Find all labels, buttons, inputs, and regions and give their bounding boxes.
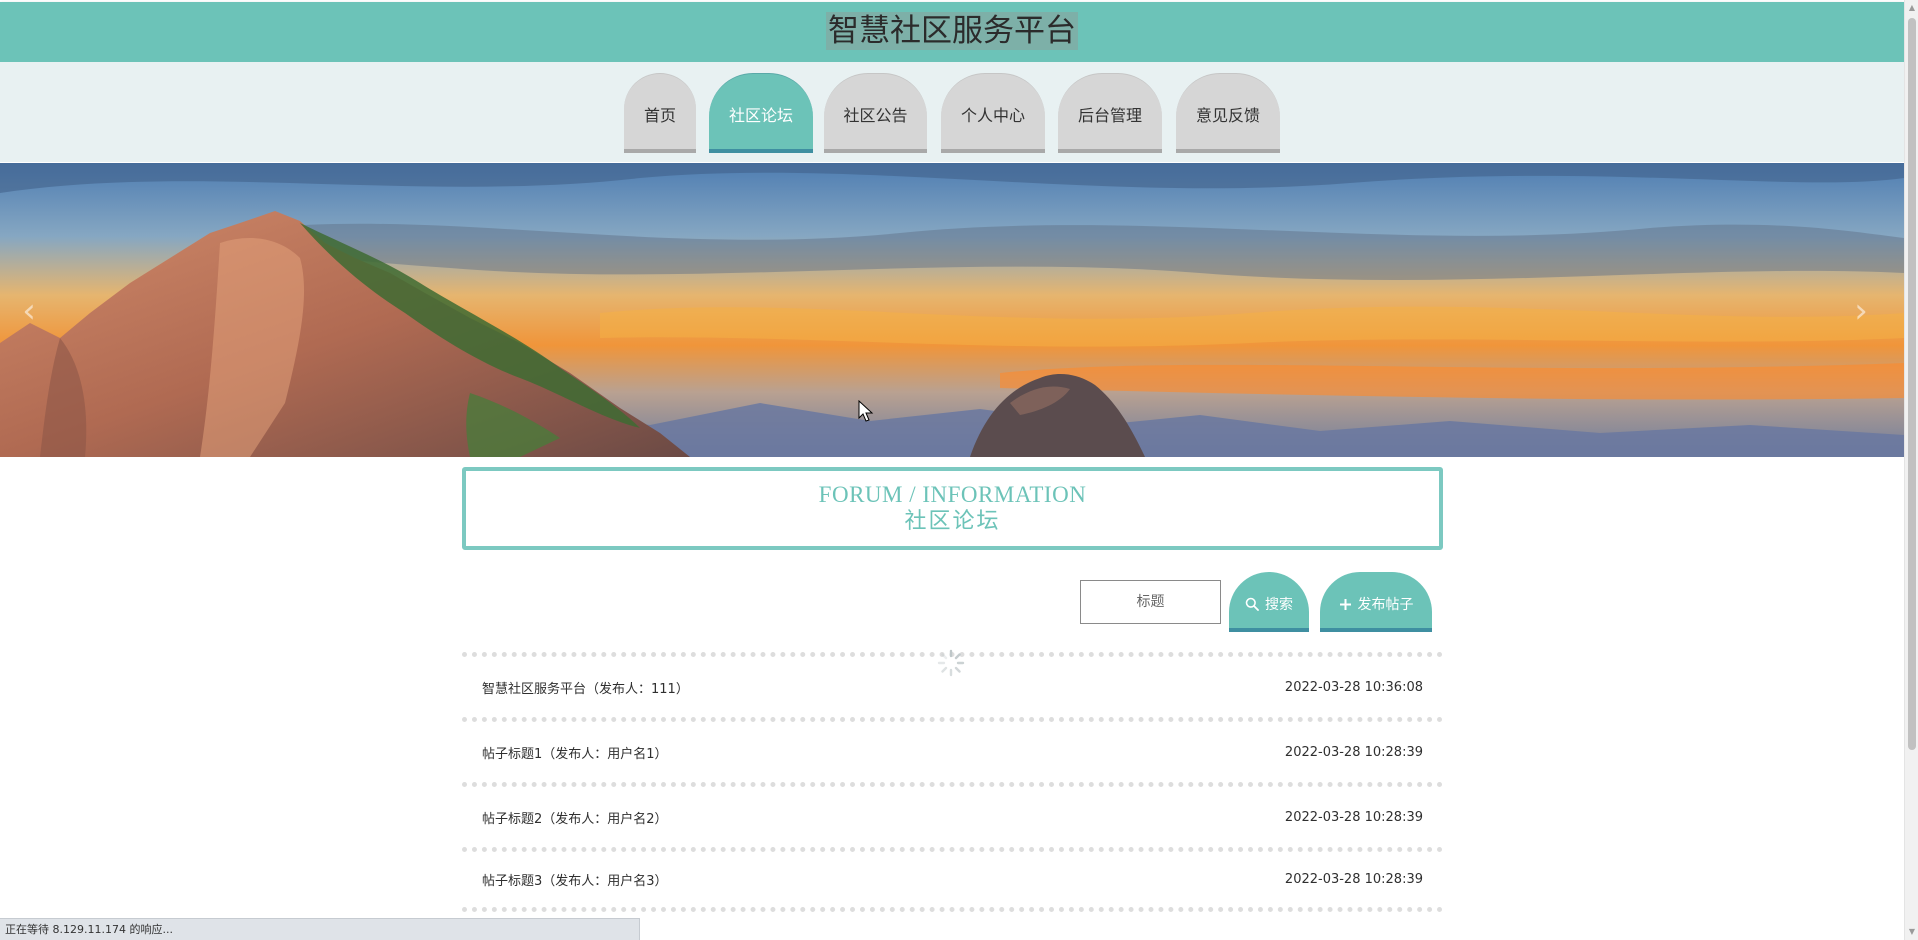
carousel-prev-icon[interactable]: ‹ xyxy=(14,291,44,331)
post-time: 2022-03-28 10:36:08 xyxy=(1284,679,1423,695)
section-title-cn: 社区论坛 xyxy=(904,509,1001,534)
section-title-en: FORUM / INFORMATION xyxy=(818,482,1087,507)
banner-image xyxy=(0,163,1904,457)
nav-item-personal-center[interactable]: 个人中心 xyxy=(941,73,1045,153)
nav-item-forum[interactable]: 社区论坛 xyxy=(709,73,813,153)
post-list: 智慧社区服务平台（发布人：111） 2022-03-28 10:36:08 帖子… xyxy=(462,652,1443,912)
post-time: 2022-03-28 10:28:39 xyxy=(1284,744,1423,760)
post-row[interactable]: 帖子标题3（发布人：用户名3） 2022-03-28 10:28:39 xyxy=(462,847,1443,912)
post-row[interactable]: 帖子标题2（发布人：用户名2） 2022-03-28 10:28:39 xyxy=(462,782,1443,847)
post-title: 帖子标题3（发布人：用户名3） xyxy=(482,874,668,889)
carousel-next-icon[interactable]: › xyxy=(1846,291,1876,331)
mouse-cursor-icon xyxy=(858,400,874,422)
publish-post-button[interactable]: 发布帖子 xyxy=(1320,572,1432,632)
page-scrollbar[interactable]: ▲ ▼ xyxy=(1904,0,1918,940)
post-time: 2022-03-28 10:28:39 xyxy=(1284,872,1423,887)
section-title-box: FORUM / INFORMATION 社区论坛 xyxy=(462,467,1443,550)
search-icon xyxy=(1245,597,1259,611)
search-button[interactable]: 搜索 xyxy=(1229,572,1309,632)
loading-spinner-icon xyxy=(937,649,965,677)
nav-item-home[interactable]: 首页 xyxy=(624,73,696,153)
publish-post-button-label: 发布帖子 xyxy=(1357,597,1414,613)
site-header: 智慧社区服务平台 xyxy=(0,2,1904,62)
search-input[interactable] xyxy=(1080,580,1221,624)
site-title: 智慧社区服务平台 xyxy=(826,12,1078,50)
search-button-label: 搜索 xyxy=(1265,597,1293,613)
post-title: 智慧社区服务平台（发布人：111） xyxy=(482,681,689,697)
nav-item-feedback[interactable]: 意见反馈 xyxy=(1176,73,1280,153)
post-title: 帖子标题1（发布人：用户名1） xyxy=(482,746,668,762)
scroll-down-icon[interactable]: ▼ xyxy=(1905,924,1918,940)
browser-status-bar: 正在等待 8.129.11.174 的响应... xyxy=(0,918,640,940)
banner-carousel[interactable]: ‹ › xyxy=(0,163,1904,457)
nav-item-announcements[interactable]: 社区公告 xyxy=(824,73,927,153)
post-time: 2022-03-28 10:28:39 xyxy=(1284,809,1423,825)
main-nav: 首页 社区论坛 社区公告 个人中心 后台管理 意见反馈 xyxy=(0,62,1904,162)
plus-icon xyxy=(1339,598,1352,611)
post-row[interactable]: 帖子标题1（发布人：用户名1） 2022-03-28 10:28:39 xyxy=(462,717,1443,782)
nav-item-admin[interactable]: 后台管理 xyxy=(1058,73,1162,153)
scrollbar-thumb[interactable] xyxy=(1908,18,1916,750)
post-title: 帖子标题2（发布人：用户名2） xyxy=(482,811,668,827)
scroll-up-icon[interactable]: ▲ xyxy=(1905,0,1918,16)
